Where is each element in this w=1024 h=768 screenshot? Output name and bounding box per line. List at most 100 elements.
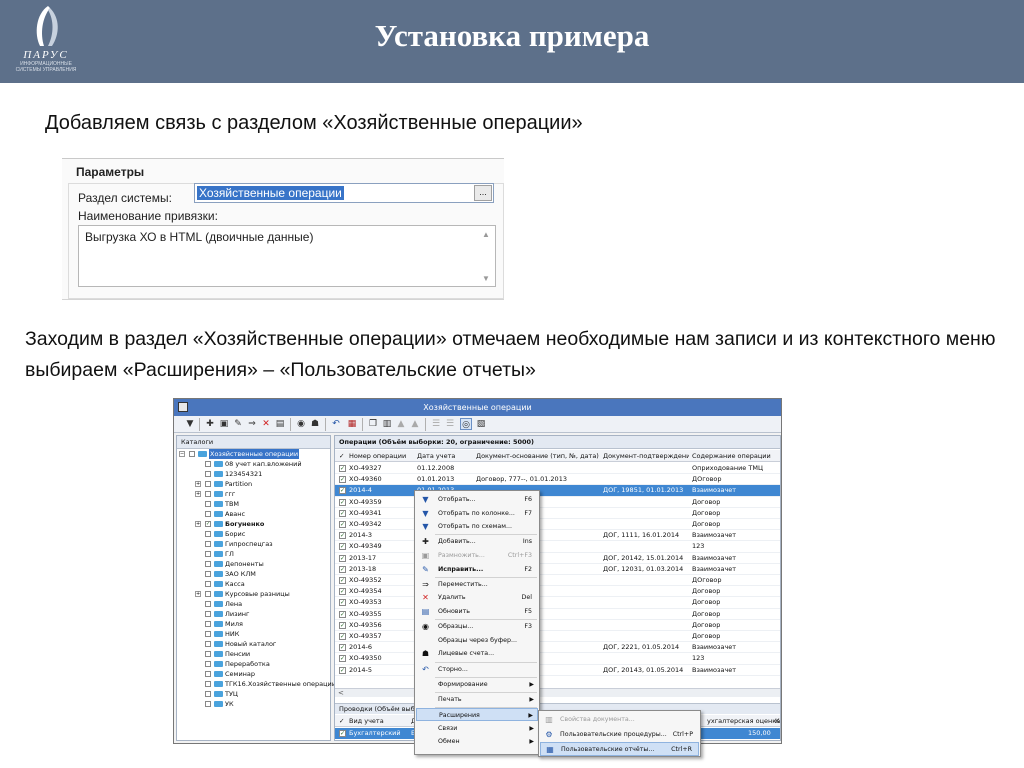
- browse-button[interactable]: ...: [474, 185, 492, 201]
- check-column-header[interactable]: ✓: [339, 715, 344, 727]
- row-checkbox[interactable]: ✓: [339, 554, 346, 562]
- tree-checkbox[interactable]: [205, 651, 211, 657]
- tree-checkbox[interactable]: [205, 471, 211, 477]
- tree-checkbox[interactable]: [205, 641, 211, 647]
- print-toolbar-icon[interactable]: ▦: [346, 418, 358, 430]
- row-checkbox[interactable]: ✓: [339, 476, 346, 484]
- table-row[interactable]: ✓ХО-493591.2013Договор: [335, 497, 780, 508]
- row-checkbox[interactable]: ✓: [339, 521, 346, 528]
- collapse-icon[interactable]: −: [179, 451, 185, 457]
- expand-icon[interactable]: +: [195, 491, 201, 497]
- row-checkbox[interactable]: ✓: [339, 621, 346, 629]
- tree-checkbox[interactable]: [205, 591, 211, 597]
- row-checkbox[interactable]: ✓: [339, 633, 346, 640]
- tree-checkbox[interactable]: [205, 461, 211, 467]
- tree-checkbox[interactable]: [205, 561, 211, 567]
- window-system-icon[interactable]: [178, 402, 188, 412]
- column-header[interactable]: К: [775, 715, 780, 727]
- tree-item[interactable]: 123454321: [177, 469, 330, 479]
- context-menu-item[interactable]: Формирование ▶: [416, 678, 538, 691]
- scroll-left-icon[interactable]: <: [338, 689, 344, 698]
- tree-checkbox[interactable]: [205, 531, 211, 537]
- tree-item[interactable]: + Partition: [177, 479, 330, 489]
- expand-icon[interactable]: +: [195, 521, 201, 527]
- refresh-toolbar-icon[interactable]: ▤: [274, 418, 286, 430]
- column-header[interactable]: Документ-подтверждени: [603, 450, 689, 462]
- tree-item[interactable]: Миля: [177, 619, 330, 629]
- system-section-field[interactable]: Хозяйственные операции ...: [194, 183, 494, 203]
- up-toolbar-icon[interactable]: ▲: [395, 418, 407, 430]
- tree-checkbox[interactable]: [205, 491, 211, 497]
- row-checkbox[interactable]: ✓: [339, 730, 346, 737]
- table-row[interactable]: ✓ ХО-49360 01.01.2013 Договор, 777--, 01.01…: [335, 474, 780, 486]
- table-row[interactable]: ✓ 2013-17 ДОГ, 20142, 15.01.2014 Взаимозаче…: [335, 553, 780, 564]
- context-menu-item[interactable]: ↶ Сторно...: [416, 663, 538, 676]
- column-header[interactable]: ухгалтерская оценка): [707, 715, 780, 727]
- tree-item[interactable]: ТВМ: [177, 499, 330, 509]
- submenu-item[interactable]: ▥ Свойства документа...: [540, 713, 699, 727]
- tree-checkbox[interactable]: [205, 501, 211, 507]
- tree-item[interactable]: Лизинг: [177, 609, 330, 619]
- tree-item[interactable]: ТГК16.Хозяйственные операции: [177, 679, 336, 689]
- tree-checkbox[interactable]: [205, 681, 211, 687]
- table-row[interactable]: ✓ 2014-5 ДОГ, 20143, 01.05.2014 Взаимозачет: [335, 665, 780, 676]
- context-menu-item[interactable]: ✎ Исправить... F2: [416, 563, 538, 576]
- scroll-down-icon[interactable]: ▼: [482, 274, 490, 283]
- tree-checkbox[interactable]: ✓: [205, 521, 211, 527]
- table-row[interactable]: ✓ХО-493541.04.2014Договор: [335, 586, 780, 598]
- tree-item[interactable]: ГЛ: [177, 549, 330, 559]
- context-menu-item[interactable]: ▼ Отобрать... F6: [416, 493, 538, 506]
- tree-item[interactable]: Борис: [177, 529, 330, 539]
- table-row[interactable]: ✓ 2014-3 ДОГ, 1111, 16.01.2014 Взаимозачет: [335, 530, 780, 542]
- tree-checkbox[interactable]: [205, 571, 211, 577]
- expand-icon[interactable]: +: [195, 481, 201, 487]
- up2-toolbar-icon[interactable]: ▲: [409, 418, 421, 430]
- binoculars-toolbar-icon[interactable]: ◎: [460, 418, 472, 430]
- row-checkbox[interactable]: ✓: [339, 577, 346, 584]
- tree-checkbox[interactable]: [205, 691, 211, 697]
- table-row[interactable]: ✓ХО-493501.05.2014123: [335, 653, 780, 665]
- row-checkbox[interactable]: ✓: [339, 532, 346, 540]
- tree-checkbox[interactable]: [189, 451, 195, 457]
- tree-item[interactable]: Пенсии: [177, 649, 330, 659]
- accounts-toolbar-icon[interactable]: ☗: [309, 418, 321, 430]
- submenu-item[interactable]: ⚙ Пользовательские процедуры... Ctrl+P: [540, 728, 699, 742]
- row-checkbox[interactable]: ✓: [339, 565, 346, 573]
- context-menu-item[interactable]: ✚ Добавить... Ins: [416, 535, 538, 548]
- submenu-item[interactable]: ▦ Пользовательские отчёты... Ctrl+R: [540, 742, 699, 756]
- tree-checkbox[interactable]: [205, 551, 211, 557]
- table-row[interactable]: ✓ ХО-49349 123: [335, 541, 780, 553]
- tree-checkbox[interactable]: [205, 661, 211, 667]
- copy-toolbar-icon[interactable]: ❐: [367, 418, 379, 430]
- tree-checkbox[interactable]: [205, 541, 211, 547]
- row-checkbox[interactable]: ✓: [339, 644, 346, 652]
- column-header[interactable]: Документ-основание (тип, №, дата): [476, 450, 600, 462]
- tree-item[interactable]: Аванс: [177, 509, 330, 519]
- row-checkbox[interactable]: ✓: [339, 588, 346, 596]
- context-menu-item[interactable]: Связи ▶: [416, 722, 538, 735]
- table-row[interactable]: ✓ХО-493523.2014ДОговор: [335, 575, 780, 587]
- list-toolbar-icon[interactable]: ☰: [430, 418, 442, 430]
- tree-item[interactable]: + ✓ Богуненко: [177, 519, 330, 529]
- row-checkbox[interactable]: ✓: [339, 487, 346, 495]
- tree-item[interactable]: 08 учет кап.вложений: [177, 459, 330, 469]
- table-row[interactable]: ✓ХО-493421.01.2014Договор: [335, 519, 780, 531]
- table-row[interactable]: ✓ ХО-49327 01.12.2008 Оприходование ТМЦ: [335, 463, 780, 475]
- table-row[interactable]: ✓ХО-493571.04.2014Договор: [335, 631, 780, 643]
- row-checkbox[interactable]: ✓: [339, 599, 346, 607]
- tree-item[interactable]: НИК: [177, 629, 330, 639]
- column-header[interactable]: Дата учета: [417, 450, 473, 462]
- table-row[interactable]: ✓2014-401.01.2013ДОГ, 19851, 01.01.2013В…: [335, 485, 780, 497]
- tree-item[interactable]: Семинар: [177, 669, 330, 679]
- filter-toolbar-icon[interactable]: ▼: [184, 418, 196, 430]
- table-row[interactable]: ✓ХО-493551.04.2014Договор: [335, 609, 780, 620]
- context-menu-item[interactable]: ◉ Образцы... F3: [416, 620, 538, 633]
- table-row[interactable]: ✓ 2014-6 ДОГ, 2221, 01.05.2014 Взаимозачет: [335, 642, 780, 654]
- tree-checkbox[interactable]: [205, 581, 211, 587]
- link-name-textarea[interactable]: Выгрузка ХО в HTML (двоичные данные) ▲ ▼: [78, 225, 496, 287]
- tree-item[interactable]: Переработка: [177, 659, 330, 669]
- tree-checkbox[interactable]: [205, 511, 211, 517]
- context-menu-item[interactable]: ▣ Размножить... Ctrl+F3: [416, 549, 538, 562]
- column-header[interactable]: Вид учета: [349, 715, 384, 727]
- context-menu-item[interactable]: ▼ Отобрать по схемам...: [416, 520, 538, 533]
